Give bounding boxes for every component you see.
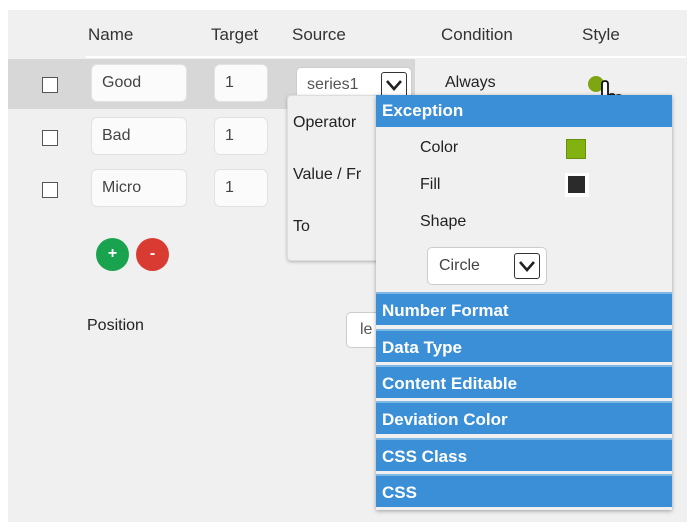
chevron-down-icon[interactable] bbox=[514, 253, 540, 279]
section-deviation-color[interactable]: Deviation Color bbox=[376, 401, 672, 434]
header-style: Style bbox=[582, 25, 620, 44]
condition-panel: Operator Value / Fr To bbox=[287, 95, 389, 261]
row-checkbox-bad[interactable] bbox=[42, 130, 58, 146]
fill-swatch-frame[interactable] bbox=[565, 173, 589, 197]
to-label: To bbox=[293, 218, 310, 235]
name-input-good[interactable]: Good bbox=[91, 64, 187, 102]
operator-label: Operator bbox=[293, 114, 357, 131]
shape-label: Shape bbox=[420, 213, 467, 230]
position-select-value: le bbox=[360, 321, 373, 338]
section-css-class[interactable]: CSS Class bbox=[376, 438, 672, 471]
row-checkbox-good[interactable] bbox=[42, 77, 58, 93]
position-label: Position bbox=[87, 317, 144, 334]
source-select-value: series1 bbox=[307, 76, 359, 93]
fill-label: Fill bbox=[420, 176, 441, 193]
name-input-bad[interactable]: Bad bbox=[91, 117, 187, 155]
fill-swatch[interactable] bbox=[568, 176, 585, 193]
condition-value[interactable]: Always bbox=[445, 74, 496, 92]
header-name: Name bbox=[88, 25, 134, 44]
header-source: Source bbox=[292, 25, 346, 44]
target-input-bad[interactable]: 1 bbox=[214, 117, 268, 155]
header-target: Target bbox=[211, 25, 259, 44]
style-menu: Exception Color Fill Shape Circle Number… bbox=[376, 95, 672, 510]
color-swatch[interactable] bbox=[566, 139, 586, 159]
header-divider bbox=[86, 56, 686, 58]
shape-select-value: Circle bbox=[439, 257, 480, 274]
remove-row-button[interactable]: - bbox=[136, 238, 169, 271]
row-checkbox-micro[interactable] bbox=[42, 182, 58, 198]
section-exception-header[interactable]: Exception bbox=[376, 95, 672, 127]
section-css[interactable]: CSS bbox=[376, 474, 672, 507]
target-input-good[interactable]: 1 bbox=[214, 64, 268, 102]
color-label: Color bbox=[420, 139, 459, 156]
target-input-micro[interactable]: 1 bbox=[214, 169, 268, 207]
name-input-micro[interactable]: Micro bbox=[91, 169, 187, 207]
section-data-type[interactable]: Data Type bbox=[376, 329, 672, 362]
section-content-editable[interactable]: Content Editable bbox=[376, 365, 672, 398]
add-row-button[interactable]: + bbox=[96, 238, 129, 271]
value-from-label: Value / Fr bbox=[293, 166, 362, 183]
section-number-format[interactable]: Number Format bbox=[376, 292, 672, 325]
header-condition: Condition bbox=[441, 25, 513, 44]
shape-select[interactable]: Circle bbox=[427, 247, 547, 285]
